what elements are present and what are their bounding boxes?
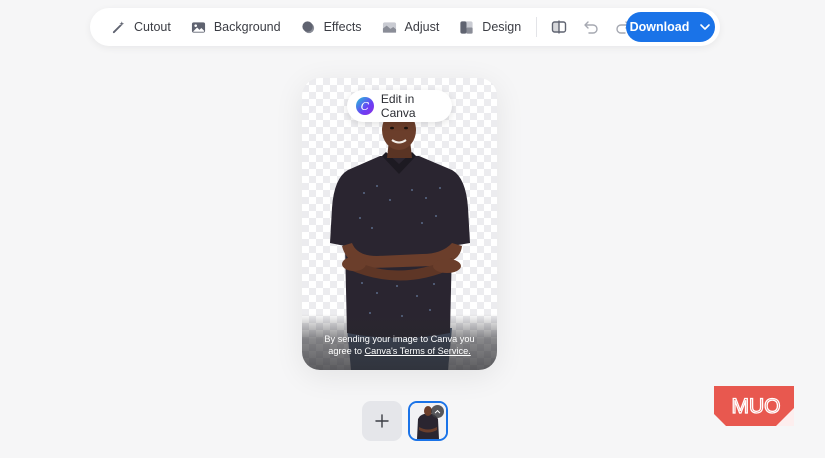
design-icon [460, 20, 473, 34]
background-label: Background [213, 20, 281, 34]
background-tool[interactable]: Background [182, 12, 290, 42]
add-image-button[interactable] [362, 401, 402, 441]
cutout-tool[interactable]: Cutout [102, 12, 180, 42]
magic-wand-icon [112, 20, 125, 33]
undo-icon [584, 21, 598, 34]
compare-icon [552, 20, 567, 34]
effects-label: Effects [323, 20, 362, 34]
chevron-down-icon [700, 24, 711, 30]
terms-of-service-link[interactable]: Canva's Terms of Service. [365, 346, 471, 356]
adjust-icon [382, 21, 396, 33]
thumbnail-expand-badge[interactable] [431, 405, 444, 418]
compare-button[interactable] [543, 12, 575, 42]
canva-logo-icon: C [356, 97, 374, 115]
undo-button[interactable] [575, 12, 607, 42]
design-label: Design [482, 20, 522, 34]
terms-line-1: By sending your image to Canva you [324, 334, 475, 344]
muo-watermark-logo: MUO [714, 386, 794, 426]
toolbar-divider [536, 17, 538, 37]
cutout-label: Cutout [134, 20, 171, 34]
terms-line-2: agree to Canva's Terms of Service. [302, 345, 497, 357]
adjust-tool[interactable]: Adjust [373, 12, 449, 42]
edit-in-canva-button[interactable]: C Edit in Canva [347, 90, 452, 122]
image-canvas[interactable]: C Edit in Canva By sending your image to… [302, 78, 497, 370]
chevron-up-icon [434, 409, 441, 414]
image-icon [191, 21, 205, 33]
muo-watermark-text: MUO [732, 395, 781, 418]
editor-toolbar: Cutout Background Effects Adjust Design [90, 8, 720, 46]
terms-prefix: agree to [328, 346, 365, 356]
effects-icon [301, 20, 314, 33]
design-tool[interactable]: Design [450, 12, 530, 42]
download-button[interactable]: Download [626, 12, 715, 42]
image-thumbnail[interactable] [408, 401, 448, 441]
plus-icon [375, 414, 389, 428]
edit-in-canva-label: Edit in Canva [380, 92, 416, 120]
effects-tool[interactable]: Effects [292, 12, 371, 42]
adjust-label: Adjust [404, 20, 440, 34]
canva-terms-notice: By sending your image to Canva you agree… [302, 314, 497, 370]
download-label: Download [629, 20, 690, 34]
